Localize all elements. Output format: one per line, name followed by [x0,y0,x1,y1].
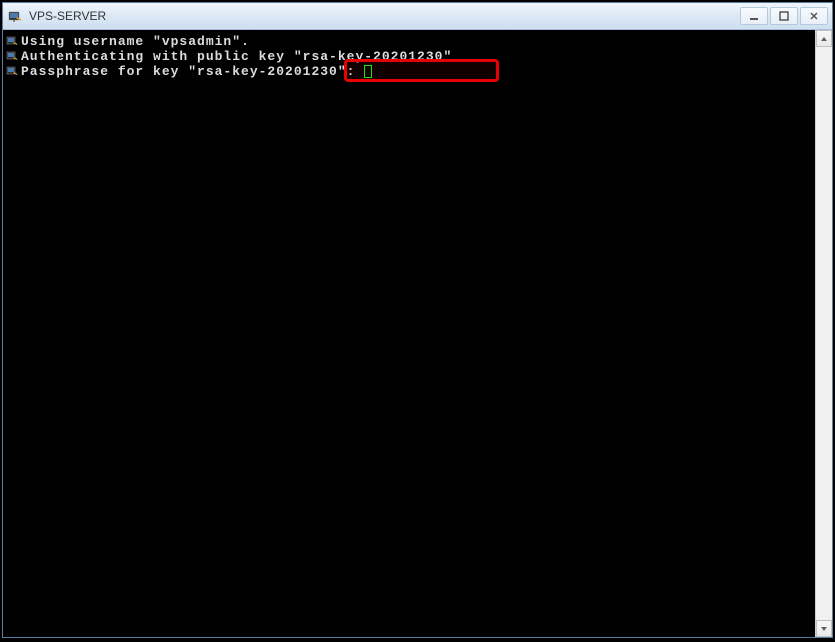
scrollbar-track[interactable] [816,47,832,620]
putty-line-icon [5,50,19,64]
content-wrapper: Using username "vpsadmin". Authenticatin… [3,30,832,637]
window-controls [740,7,828,25]
minimize-button[interactable] [740,7,768,25]
putty-line-icon [5,35,19,49]
close-button[interactable] [800,7,828,25]
vertical-scrollbar[interactable] [815,30,832,637]
terminal-line: Authenticating with public key "rsa-key-… [5,49,813,64]
terminal-line: Passphrase for key "rsa-key-20201230": [5,64,813,79]
terminal-text: Passphrase for key "rsa-key-20201230": [21,64,364,79]
putty-window: VPS-SERVER Using username "vpsadmin". [2,2,833,638]
terminal-cursor [364,65,372,78]
window-title: VPS-SERVER [29,9,740,23]
terminal[interactable]: Using username "vpsadmin". Authenticatin… [3,30,815,637]
terminal-text: Using username "vpsadmin". [21,34,250,49]
terminal-text: Authenticating with public key "rsa-key-… [21,49,452,64]
scrollbar-down-button[interactable] [816,620,832,637]
titlebar[interactable]: VPS-SERVER [3,3,832,30]
maximize-button[interactable] [770,7,798,25]
terminal-line: Using username "vpsadmin". [5,34,813,49]
scrollbar-up-button[interactable] [816,30,832,47]
putty-line-icon [5,65,19,79]
putty-icon [7,8,23,24]
